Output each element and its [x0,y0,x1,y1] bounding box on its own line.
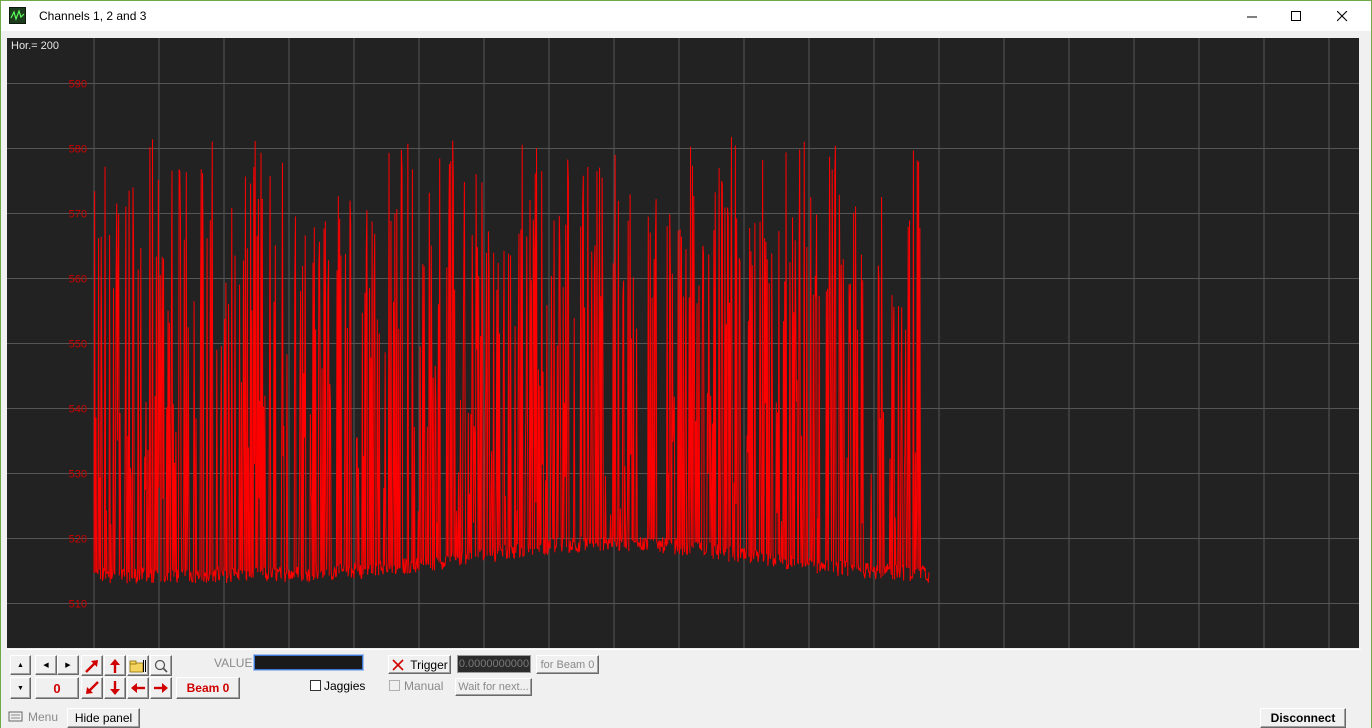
maximize-icon [1290,10,1301,21]
move-up-button[interactable] [104,655,126,676]
down-small-icon: ▼ [17,684,24,692]
arrow-left-icon [131,683,145,693]
y-tick-label: 540 [69,404,87,416]
manual-label: Manual [404,679,444,693]
minimize-button[interactable] [1229,1,1275,31]
maximize-button[interactable] [1273,1,1319,31]
title-bar: Channels 1, 2 and 3 [1,1,1371,31]
manual-checkbox[interactable] [389,680,400,691]
for-beam-label: for Beam 0 [540,658,595,671]
signal-trace [93,136,930,584]
y-tick-label: 510 [69,599,87,611]
folder-icon [129,659,146,672]
plot-canvas: 510 520 530 540 550 560 570 580 590 [7,38,1359,648]
y-tick-label: 580 [69,144,87,156]
horizontal-scale-label: Hor.= 200 [11,40,60,52]
scroll-up-button[interactable]: ▲ [10,655,31,675]
left-small-icon: ◀ [43,662,49,669]
move-left-button[interactable] [127,677,149,699]
close-icon [1336,10,1347,21]
y-tick-label: 520 [69,534,87,546]
arrow-up-icon [110,658,120,673]
jaggies-label: Jaggies [324,679,366,693]
trigger-label: Trigger [410,657,448,672]
right-small-icon: ▶ [65,662,71,669]
value-input[interactable] [253,654,364,671]
trigger-button[interactable]: Trigger [388,655,451,674]
menu-button[interactable]: Menu [8,710,58,724]
open-folder-button[interactable] [127,655,149,676]
y-tick-label: 530 [69,469,87,481]
shrink-down-left-button[interactable] [81,677,103,699]
wait-for-next-button[interactable]: Wait for next... [455,678,532,696]
step-left-button[interactable]: ◀ [35,655,57,675]
y-tick-label: 560 [69,274,87,286]
menu-label: Menu [28,710,59,724]
counter-value: 0 [53,680,61,696]
close-button[interactable] [1319,1,1365,31]
disconnect-button[interactable]: Disconnect [1260,708,1346,728]
oscilloscope-icon [9,7,26,24]
move-down-button[interactable] [104,677,126,699]
y-tick-label: 570 [69,209,87,221]
app-window: Channels 1, 2 and 3 510 520 530 540 550 560 57… [0,0,1372,728]
arrow-right-icon [154,683,168,693]
step-right-button[interactable]: ▶ [57,655,79,675]
beam-button[interactable]: Beam 0 [176,677,240,699]
zoom-button[interactable] [150,655,172,676]
for-beam-button[interactable]: for Beam 0 [536,655,599,674]
y-tick-label: 590 [69,79,87,91]
expand-up-right-button[interactable] [81,655,103,676]
beam-button-label: Beam 0 [186,681,230,695]
wait-for-next-label: Wait for next... [458,681,529,693]
counter-button[interactable]: 0 [35,677,79,699]
window-title: Channels 1, 2 and 3 [39,9,147,23]
jaggies-checkbox[interactable] [310,680,321,691]
x-mark-icon [392,658,404,671]
magnifier-icon [154,659,168,673]
minimize-icon [1246,16,1257,17]
y-tick-label: 550 [69,339,87,351]
trigger-value-field[interactable]: 0.0000000000 [457,655,531,673]
value-label: VALUE: [214,656,256,670]
status-bar [1,706,1371,728]
scope-plot[interactable]: 510 520 530 540 550 560 570 580 590 Hor.= 200 [7,38,1359,648]
disconnect-label: Disconnect [1270,711,1336,725]
hide-panel-label: Hide panel [74,711,133,725]
menu-icon [8,711,23,722]
arrow-down-icon [110,681,120,695]
diagonal-up-right-arrow-icon [85,659,98,673]
move-right-button[interactable] [150,677,172,699]
hide-panel-button[interactable]: Hide panel [67,708,140,728]
scroll-down-button[interactable]: ▼ [10,677,31,699]
up-small-icon: ▲ [17,661,24,669]
diagonal-down-left-arrow-icon [86,681,99,694]
